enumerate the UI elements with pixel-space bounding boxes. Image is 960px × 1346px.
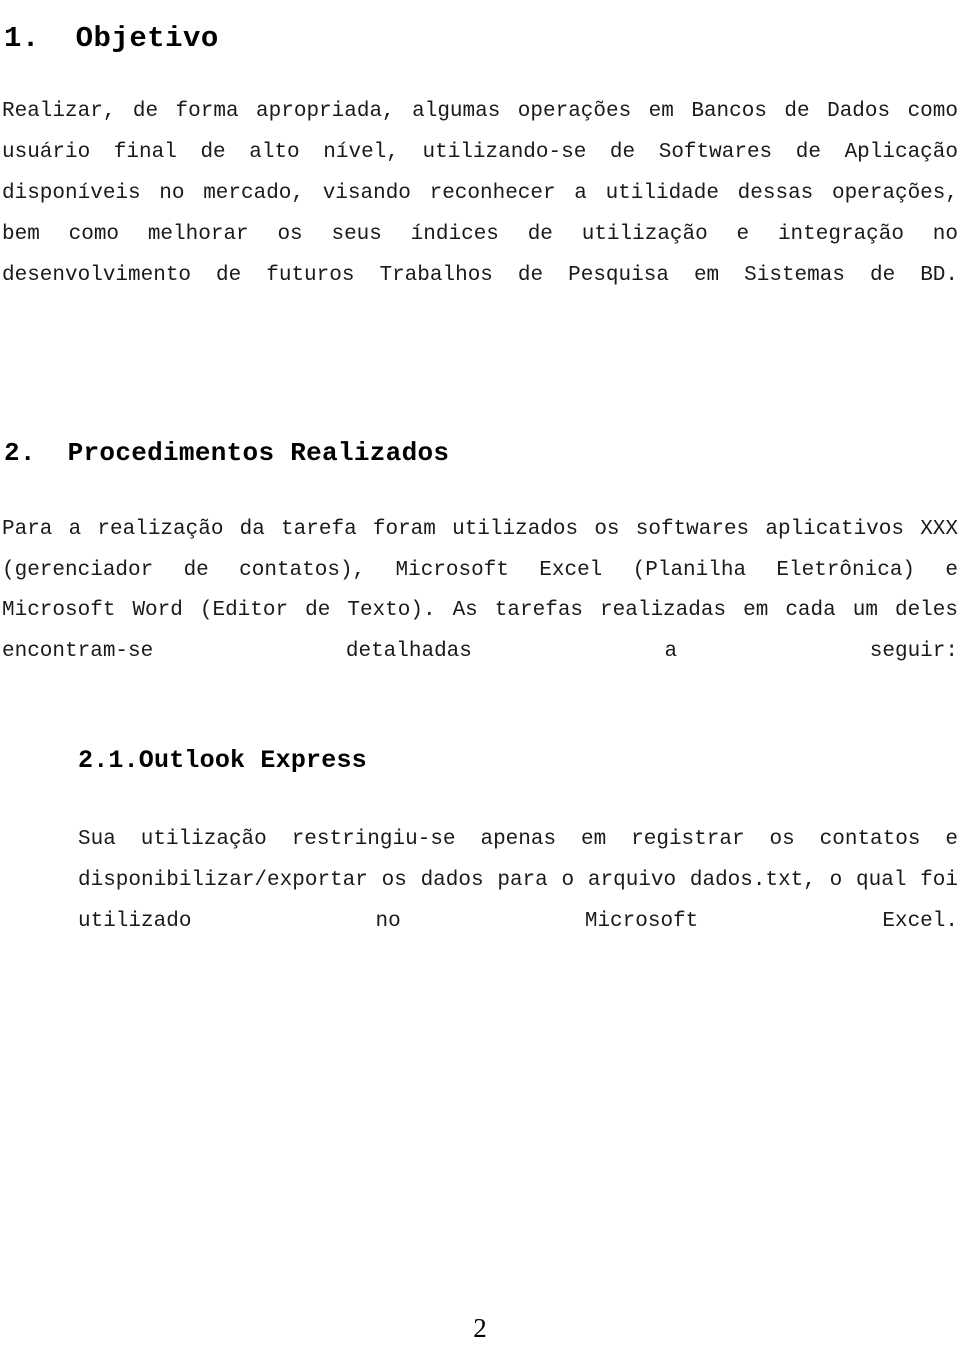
section-heading-objetivo: 1. Objetivo: [4, 22, 219, 56]
paragraph-objetivo: Realizar, de forma apropriada, algumas o…: [2, 100, 958, 287]
document-page: 1. Objetivo Realizar, de forma apropriad…: [0, 0, 960, 1346]
section-heading-procedimentos-realizados: 2. Procedimentos Realizados: [4, 437, 450, 468]
subsection-heading-outlook-express: 2.1.Outlook Express: [78, 746, 367, 775]
page-number-footer: 2: [473, 1313, 487, 1343]
paragraph-outlook-express: Sua utilização restringiu-se apenas em r…: [78, 828, 958, 933]
paragraph-procedimentos: Para a realização da tarefa foram utiliz…: [2, 518, 958, 663]
